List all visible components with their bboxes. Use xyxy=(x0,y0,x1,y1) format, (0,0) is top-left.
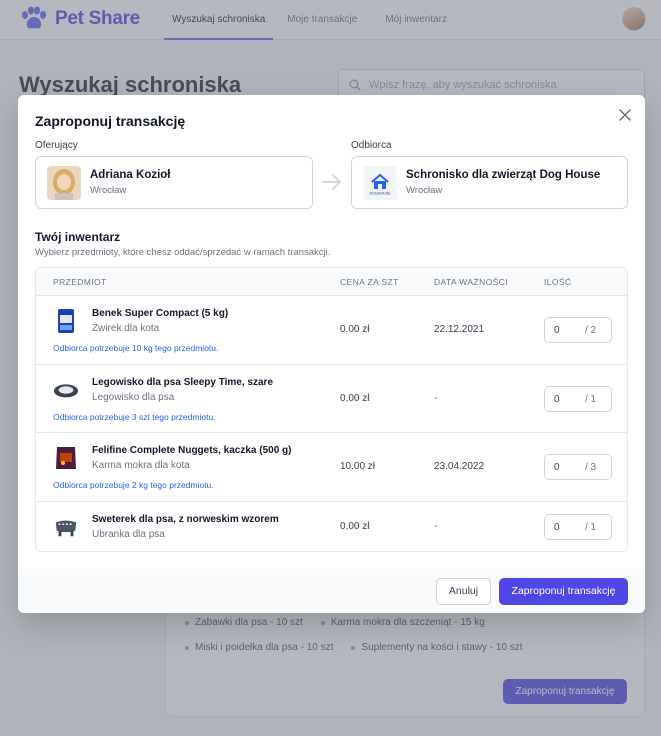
offering-card: Adriana Kozioł Wrocław xyxy=(35,156,313,209)
product-name: Felifine Complete Nuggets, kaczka (500 g… xyxy=(92,445,292,456)
quantity-max: / 1 xyxy=(585,521,597,533)
expiry-date: 23.04.2022 xyxy=(434,461,485,472)
product-category: Legowisko dla psa xyxy=(92,392,175,403)
cancel-button[interactable]: Anuluj xyxy=(436,578,491,605)
product-thumbnail xyxy=(53,308,79,334)
close-button[interactable] xyxy=(616,106,634,124)
svg-text:DOGHOUSE: DOGHOUSE xyxy=(370,191,392,195)
product-thumbnail xyxy=(53,377,79,403)
product-category: Karma mokra dla kota xyxy=(92,460,190,471)
quantity-input[interactable] xyxy=(545,516,585,538)
recipient-card: DOGHOUSE Schronisko dla zwierząt Dog Hou… xyxy=(351,156,628,209)
inventory-table: PRZEDMIOT CENA ZA SZT DATA WAŻNOŚCI ILOŚ… xyxy=(35,267,628,552)
offering-city: Wrocław xyxy=(90,185,127,196)
column-header-price: CENA ZA SZT xyxy=(340,277,399,287)
product-category: Żwirek dla kota xyxy=(92,323,160,334)
column-header-quantity: ILOŚĆ xyxy=(544,277,572,287)
column-header-item: PRZEDMIOT xyxy=(53,277,107,287)
offering-avatar xyxy=(47,165,81,200)
recipient-city: Wrocław xyxy=(406,185,443,196)
column-header-expiry: DATA WAŻNOŚCI xyxy=(434,277,508,287)
recipient-name: Schronisko dla zwierząt Dog House xyxy=(406,169,601,181)
table-row: Felifine Complete Nuggets, kaczka (500 g… xyxy=(36,433,627,502)
quantity-max: / 2 xyxy=(585,324,597,336)
modal-title: Zaproponuj transakcję xyxy=(35,113,186,129)
recipient-label: Odbiorca xyxy=(351,140,392,151)
product-name: Benek Super Compact (5 kg) xyxy=(92,308,229,319)
product-thumbnail xyxy=(53,514,79,540)
recipient-need-note: Odbiorca potrzebuje 3 szt tego przedmiot… xyxy=(53,412,216,422)
table-row: Sweterek dla psa, z norweskim wzorem Ubr… xyxy=(36,502,627,551)
table-row: Legowisko dla psa Sleepy Time, szare Leg… xyxy=(36,365,627,433)
offering-label: Oferujący xyxy=(35,140,78,151)
recipient-need-note: Odbiorca potrzebuje 2 kg tego przedmiotu… xyxy=(53,480,214,490)
unit-price: 0.00 zł xyxy=(340,393,370,404)
quantity-max: / 1 xyxy=(585,393,597,405)
product-thumbnail xyxy=(53,445,79,471)
quantity-stepper[interactable]: / 3 xyxy=(544,454,612,480)
quantity-stepper[interactable]: / 2 xyxy=(544,317,612,343)
inventory-subtitle: Wybierz przedmioty, które chesz oddać/sp… xyxy=(35,247,331,258)
quantity-input[interactable] xyxy=(545,388,585,410)
propose-transaction-button[interactable]: Zaproponuj transakcję xyxy=(499,578,628,605)
unit-price: 0.00 zł xyxy=(340,521,370,532)
quantity-stepper[interactable]: / 1 xyxy=(544,514,612,540)
product-name: Legowisko dla psa Sleepy Time, szare xyxy=(92,377,274,388)
unit-price: 10.00 zł xyxy=(340,461,376,472)
table-header: PRZEDMIOT CENA ZA SZT DATA WAŻNOŚCI ILOŚ… xyxy=(36,268,627,296)
quantity-input[interactable] xyxy=(545,319,585,341)
table-row: Benek Super Compact (5 kg) Żwirek dla ko… xyxy=(36,296,627,365)
expiry-date: - xyxy=(434,521,438,532)
product-category: Ubranka dla psa xyxy=(92,529,165,540)
quantity-max: / 3 xyxy=(585,461,597,473)
quantity-stepper[interactable]: / 1 xyxy=(544,386,612,412)
inventory-title: Twój inwentarz xyxy=(35,230,121,244)
expiry-date: 22.12.2021 xyxy=(434,324,485,335)
expiry-date: - xyxy=(434,393,438,404)
unit-price: 0.00 zł xyxy=(340,324,370,335)
recipient-need-note: Odbiorca potrzebuje 10 kg tego przedmiot… xyxy=(53,343,219,353)
product-name: Sweterek dla psa, z norweskim wzorem xyxy=(92,514,279,525)
close-icon xyxy=(619,109,631,121)
offering-name: Adriana Kozioł xyxy=(90,169,171,181)
propose-transaction-modal: Zaproponuj transakcję Oferujący Adriana … xyxy=(18,95,645,613)
arrow-right-icon xyxy=(322,174,341,190)
quantity-input[interactable] xyxy=(545,456,585,478)
shelter-logo: DOGHOUSE xyxy=(363,165,397,200)
